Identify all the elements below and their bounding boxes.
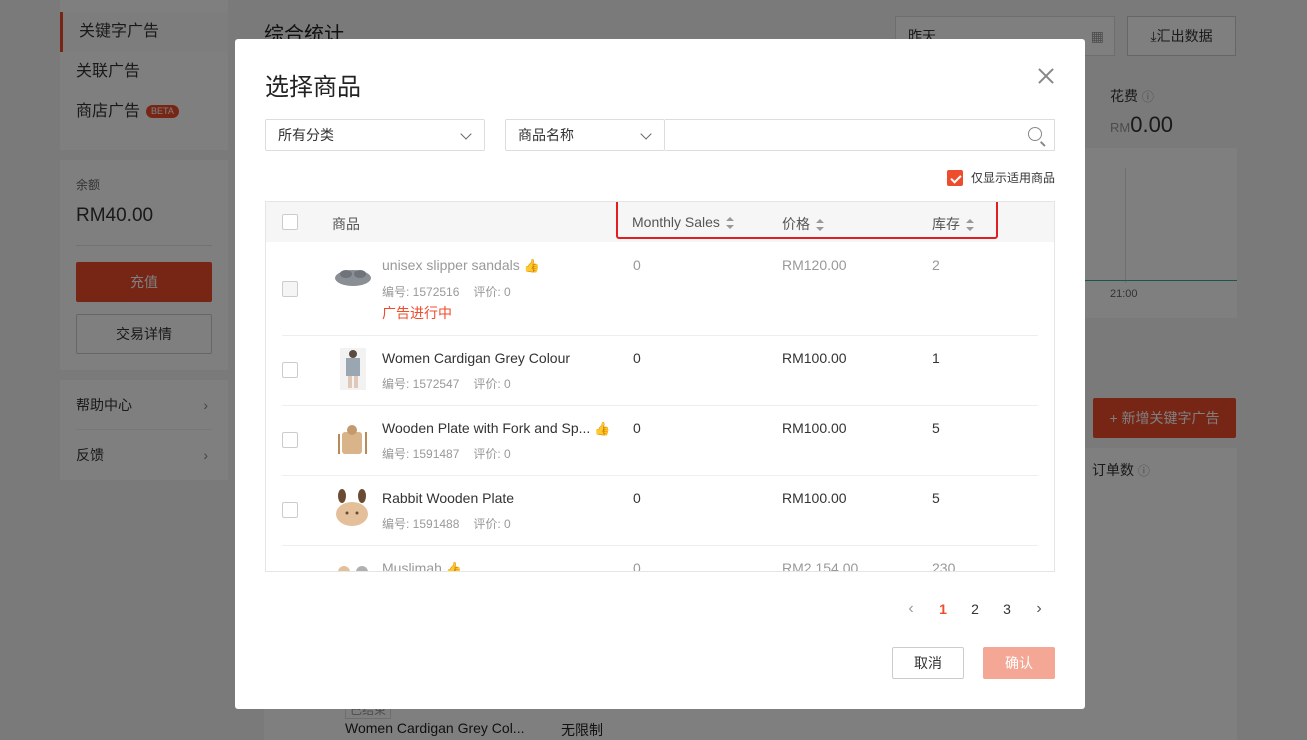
row-checkbox[interactable] bbox=[282, 362, 298, 378]
price-cell: RM120.00 bbox=[782, 257, 847, 273]
product-name: Women Cardigan Grey Colour bbox=[382, 350, 571, 366]
only-applicable-toggle[interactable]: 仅显示适用商品 bbox=[946, 169, 1055, 186]
prev-page-icon[interactable]: ‹ bbox=[895, 600, 927, 618]
row-checkbox bbox=[282, 281, 298, 297]
product-name: Wooden Plate with Fork and Sp... 👍 bbox=[382, 420, 611, 437]
rabbit-plate-thumbnail bbox=[336, 489, 368, 526]
product-name-text: Muslimah bbox=[382, 560, 442, 572]
product-name: Rabbit Wooden Plate bbox=[382, 490, 515, 506]
cancel-button[interactable]: 取消 bbox=[892, 647, 964, 679]
modal-title: 选择商品 bbox=[265, 74, 361, 101]
stock-cell: 2 bbox=[932, 257, 940, 273]
product-meta: 编号: 1572547 评价: 0 bbox=[382, 375, 511, 392]
chevron-down-icon bbox=[640, 128, 652, 140]
product-id: 编号: 1591487 bbox=[382, 447, 460, 461]
search-input[interactable] bbox=[665, 120, 1005, 150]
stock-cell: 1 bbox=[932, 350, 940, 366]
price-cell: RM100.00 bbox=[782, 490, 847, 506]
product-name: unisex slipper sandals 👍 bbox=[382, 257, 540, 274]
search-type-value: 商品名称 bbox=[518, 127, 574, 143]
product-rating: 评价: 0 bbox=[473, 517, 511, 531]
highlight-annotation bbox=[616, 202, 998, 239]
product-rating: 评价: 0 bbox=[473, 285, 511, 299]
product-meta: 编号: 1572516 评价: 0 bbox=[382, 283, 511, 300]
table-row: unisex slipper sandals 👍 编号: 1572516 评价: 0… bbox=[282, 242, 1038, 336]
search-box bbox=[665, 119, 1055, 151]
product-name-text: Wooden Plate with Fork and Sp... bbox=[382, 420, 591, 436]
monthly-sales-cell: 0 bbox=[633, 490, 641, 506]
stock-cell: 5 bbox=[932, 490, 940, 506]
select-all-checkbox[interactable] bbox=[282, 214, 298, 230]
product-rating: 评价: 0 bbox=[473, 447, 511, 461]
chevron-down-icon bbox=[460, 128, 472, 140]
ad-running-status: 广告进行中 bbox=[382, 305, 452, 321]
select-product-modal: 选择商品 所有分类 商品名称 仅显示适用商品 商品 Monthly Sales … bbox=[235, 39, 1085, 709]
next-page-icon[interactable]: › bbox=[1023, 600, 1055, 618]
monthly-sales-cell: 0 bbox=[633, 350, 641, 366]
price-cell: RM2,154.00 bbox=[782, 560, 859, 572]
confirm-button[interactable]: 确认 bbox=[983, 647, 1055, 679]
thumbs-up-icon: 👍 bbox=[445, 561, 463, 572]
product-id: 编号: 1572547 bbox=[382, 377, 460, 391]
product-rating: 评价: 0 bbox=[473, 377, 511, 391]
category-select-value: 所有分类 bbox=[278, 127, 334, 143]
close-icon[interactable] bbox=[1037, 67, 1055, 85]
page-3[interactable]: 3 bbox=[991, 601, 1023, 617]
table-row[interactable]: Wooden Plate with Fork and Sp... 👍 编号: 15… bbox=[282, 406, 1038, 476]
only-applicable-label: 仅显示适用商品 bbox=[970, 171, 1055, 185]
product-name-text: unisex slipper sandals bbox=[382, 257, 520, 273]
monthly-sales-cell: 0 bbox=[633, 257, 641, 273]
price-cell: RM100.00 bbox=[782, 420, 847, 436]
product-id: 编号: 1591488 bbox=[382, 517, 460, 531]
product-id: 编号: 1572516 bbox=[382, 285, 460, 299]
table-header: 商品 Monthly Sales 价格 库存 bbox=[266, 202, 1054, 242]
page-2[interactable]: 2 bbox=[959, 601, 991, 617]
stock-cell: 5 bbox=[932, 420, 940, 436]
search-icon[interactable] bbox=[1028, 127, 1042, 141]
price-cell: RM100.00 bbox=[782, 350, 847, 366]
cardigan-thumbnail bbox=[340, 348, 366, 390]
wooden-plate-thumbnail bbox=[338, 425, 367, 454]
slipper-thumbnail bbox=[335, 270, 371, 286]
table-row[interactable]: Rabbit Wooden Plate 编号: 1591488 评价: 0 0 R… bbox=[282, 476, 1038, 546]
product-name: Muslimah 👍 bbox=[382, 560, 463, 572]
category-select[interactable]: 所有分类 bbox=[265, 119, 485, 151]
monthly-sales-cell: 0 bbox=[633, 560, 641, 572]
row-checkbox[interactable] bbox=[282, 502, 298, 518]
product-meta: 编号: 1591488 评价: 0 bbox=[382, 515, 511, 532]
monthly-sales-cell: 0 bbox=[633, 420, 641, 436]
search-type-select[interactable]: 商品名称 bbox=[505, 119, 665, 151]
muslimah-thumbnail bbox=[338, 566, 368, 571]
stock-cell: 230 bbox=[932, 560, 956, 572]
product-meta: 编号: 1591487 评价: 0 bbox=[382, 445, 511, 462]
column-product: 商品 bbox=[332, 216, 360, 232]
thumbs-up-icon: 👍 bbox=[594, 421, 611, 436]
page-1[interactable]: 1 bbox=[927, 601, 959, 617]
table-row: Muslimah 👍 0 RM2,154.00 230 bbox=[282, 546, 1038, 572]
product-table: 商品 Monthly Sales 价格 库存 unisex slipper sa… bbox=[265, 201, 1055, 572]
row-checkbox[interactable] bbox=[282, 432, 298, 448]
pagination: ‹ 1 2 3 › bbox=[895, 600, 1055, 618]
table-row[interactable]: Women Cardigan Grey Colour 编号: 1572547 评价… bbox=[282, 336, 1038, 406]
thumbs-up-icon: 👍 bbox=[523, 258, 540, 273]
only-applicable-checkbox[interactable] bbox=[946, 169, 963, 186]
